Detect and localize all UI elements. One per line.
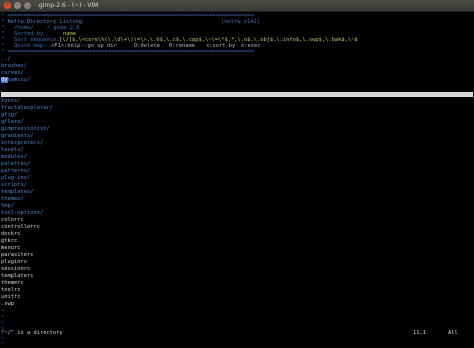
dir-entry[interactable]: brushes/ bbox=[1, 63, 471, 70]
minimize-window-button[interactable]: – bbox=[14, 2, 21, 9]
scroll-position: All bbox=[447, 330, 458, 336]
window-titlebar: × – □ .gimp-2.6 - (~) - VIM bbox=[0, 0, 474, 12]
dir-entry[interactable]: fractalexplorer/ bbox=[1, 105, 471, 112]
dir-entry[interactable]: patterns/ bbox=[1, 168, 471, 175]
file-entry[interactable]: templaterc bbox=[1, 273, 471, 280]
status-message: "~/" is a directory bbox=[1, 330, 63, 336]
dir-entry[interactable]: levels/ bbox=[1, 147, 471, 154]
file-entry[interactable]: themerc bbox=[1, 280, 471, 287]
dir-entry[interactable]: ../ bbox=[1, 56, 471, 63]
dir-entry-current[interactable]: dynamics/ bbox=[1, 77, 471, 84]
dir-entry[interactable]: scripts/ bbox=[1, 182, 471, 189]
file-entry[interactable]: dockrc bbox=[1, 231, 471, 238]
dir-entry[interactable]: tool-options/ bbox=[1, 210, 471, 217]
file-entry[interactable]: controllerrc bbox=[1, 224, 471, 231]
dir-entry[interactable]: fonts/ bbox=[1, 98, 471, 105]
dir-entry[interactable]: gfig/ bbox=[1, 112, 471, 119]
vim-editor-area[interactable]: " ======================================… bbox=[1, 12, 473, 347]
file-entry[interactable]: colorrc bbox=[1, 217, 471, 224]
cursor-position-ruler: 11,1 All bbox=[413, 329, 458, 337]
dir-entry[interactable]: plug-ins/ bbox=[1, 175, 471, 182]
dir-entry[interactable]: gradients/ bbox=[1, 133, 471, 140]
dir-entry[interactable]: templates/ bbox=[1, 189, 471, 196]
window-title: .gimp-2.6 - (~) - VIM bbox=[37, 2, 99, 9]
file-entry[interactable]: parasiterc bbox=[1, 252, 471, 259]
banner-border-bottom: " ======================================… bbox=[1, 49, 255, 55]
file-entry[interactable]: unitrc bbox=[1, 294, 471, 301]
dir-entry[interactable]: gflare/ bbox=[1, 119, 471, 126]
file-entry[interactable]: pluginrc bbox=[1, 259, 471, 266]
close-window-button[interactable]: × bbox=[4, 2, 11, 9]
dir-entry[interactable]: themes/ bbox=[1, 196, 471, 203]
window-split-statusline bbox=[1, 92, 473, 97]
command-line[interactable]: "~/" is a directory bbox=[1, 329, 473, 337]
dir-entry[interactable]: curves/ bbox=[1, 70, 471, 77]
file-entry[interactable]: .swp bbox=[1, 301, 471, 308]
dir-entry[interactable]: tmp/ bbox=[1, 203, 471, 210]
file-entry[interactable]: gtkrc bbox=[1, 238, 471, 245]
dir-entry[interactable]: modules/ bbox=[1, 154, 471, 161]
file-entry[interactable]: sessionrc bbox=[1, 266, 471, 273]
cursor-position: 11,1 bbox=[413, 330, 426, 336]
dir-entry[interactable]: interpreters/ bbox=[1, 140, 471, 147]
file-entry[interactable]: toolrc bbox=[1, 287, 471, 294]
file-entry[interactable]: menurc bbox=[1, 245, 471, 252]
current-entry-rest: namics/ bbox=[7, 77, 31, 83]
maximize-window-button[interactable]: □ bbox=[24, 2, 31, 9]
dir-entry[interactable]: palettes/ bbox=[1, 161, 471, 168]
dir-entry[interactable]: gimpressionist/ bbox=[1, 126, 471, 133]
